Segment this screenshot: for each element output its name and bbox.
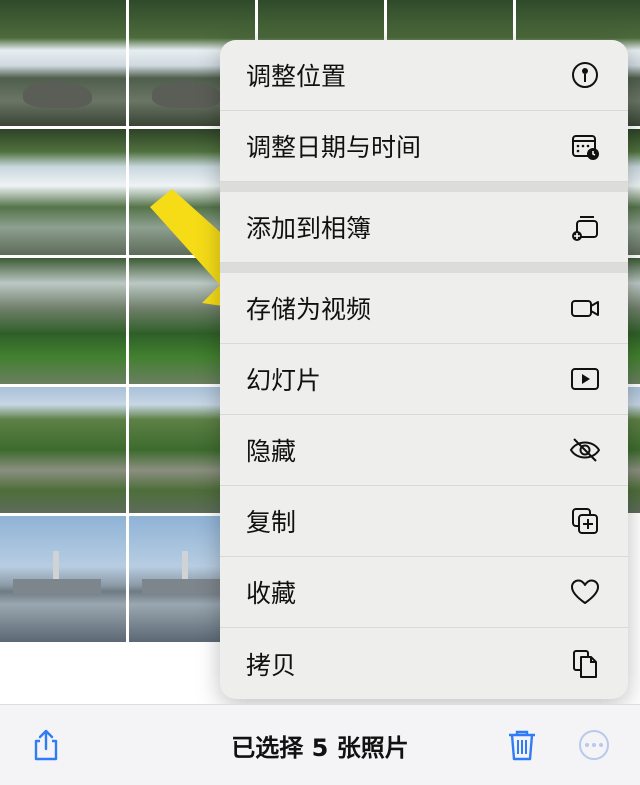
menu-item-label: 收藏 xyxy=(246,579,297,608)
menu-item-label: 存储为视频 xyxy=(246,295,372,324)
menu-item-favorite[interactable]: 收藏 xyxy=(220,557,628,628)
menu-group-separator xyxy=(220,263,628,273)
menu-group-separator xyxy=(220,182,628,192)
heart-icon xyxy=(568,575,602,609)
menu-item-label: 幻灯片 xyxy=(246,366,322,395)
bottom-toolbar: 已选择 5 张照片 xyxy=(0,704,640,785)
photo-thumbnail[interactable] xyxy=(0,0,126,126)
copy-icon xyxy=(568,647,602,681)
context-menu: 调整位置 调整日期与时间 添加到相簿 存储为视频 幻灯片 隐藏 复制 收藏 拷贝 xyxy=(220,40,628,699)
photo-thumbnail[interactable] xyxy=(0,516,126,642)
add-to-album-icon xyxy=(568,210,602,244)
duplicate-icon xyxy=(568,504,602,538)
menu-item-label: 拷贝 xyxy=(246,650,297,680)
menu-item-save-as-video[interactable]: 存储为视频 xyxy=(220,273,628,344)
menu-item-label: 调整日期与时间 xyxy=(246,133,422,162)
more-button[interactable] xyxy=(574,727,614,767)
menu-item-add-to-album[interactable]: 添加到相簿 xyxy=(220,192,628,263)
trash-icon xyxy=(504,727,540,767)
menu-item-label: 复制 xyxy=(246,508,297,537)
location-pin-icon xyxy=(568,58,602,92)
calendar-clock-icon xyxy=(568,129,602,163)
delete-button[interactable] xyxy=(502,727,542,767)
more-icon xyxy=(576,727,612,767)
menu-item-adjust-location[interactable]: 调整位置 xyxy=(220,40,628,111)
menu-item-copy[interactable]: 拷贝 xyxy=(220,628,628,699)
menu-item-label: 隐藏 xyxy=(246,437,297,466)
selection-status: 已选择 5 张照片 xyxy=(231,733,409,762)
share-icon xyxy=(28,727,64,767)
menu-item-adjust-date-time[interactable]: 调整日期与时间 xyxy=(220,111,628,182)
eye-slash-icon xyxy=(568,433,602,467)
photo-thumbnail[interactable] xyxy=(0,129,126,255)
play-slideshow-icon xyxy=(568,362,602,396)
menu-item-duplicate[interactable]: 复制 xyxy=(220,486,628,557)
menu-item-label: 调整位置 xyxy=(246,62,347,91)
menu-item-label: 添加到相簿 xyxy=(246,214,372,243)
video-camera-icon xyxy=(568,291,602,325)
menu-item-hide[interactable]: 隐藏 xyxy=(220,415,628,486)
menu-item-slideshow[interactable]: 幻灯片 xyxy=(220,344,628,415)
share-button[interactable] xyxy=(26,727,66,767)
photo-thumbnail[interactable] xyxy=(0,258,126,384)
photo-thumbnail[interactable] xyxy=(0,387,126,513)
